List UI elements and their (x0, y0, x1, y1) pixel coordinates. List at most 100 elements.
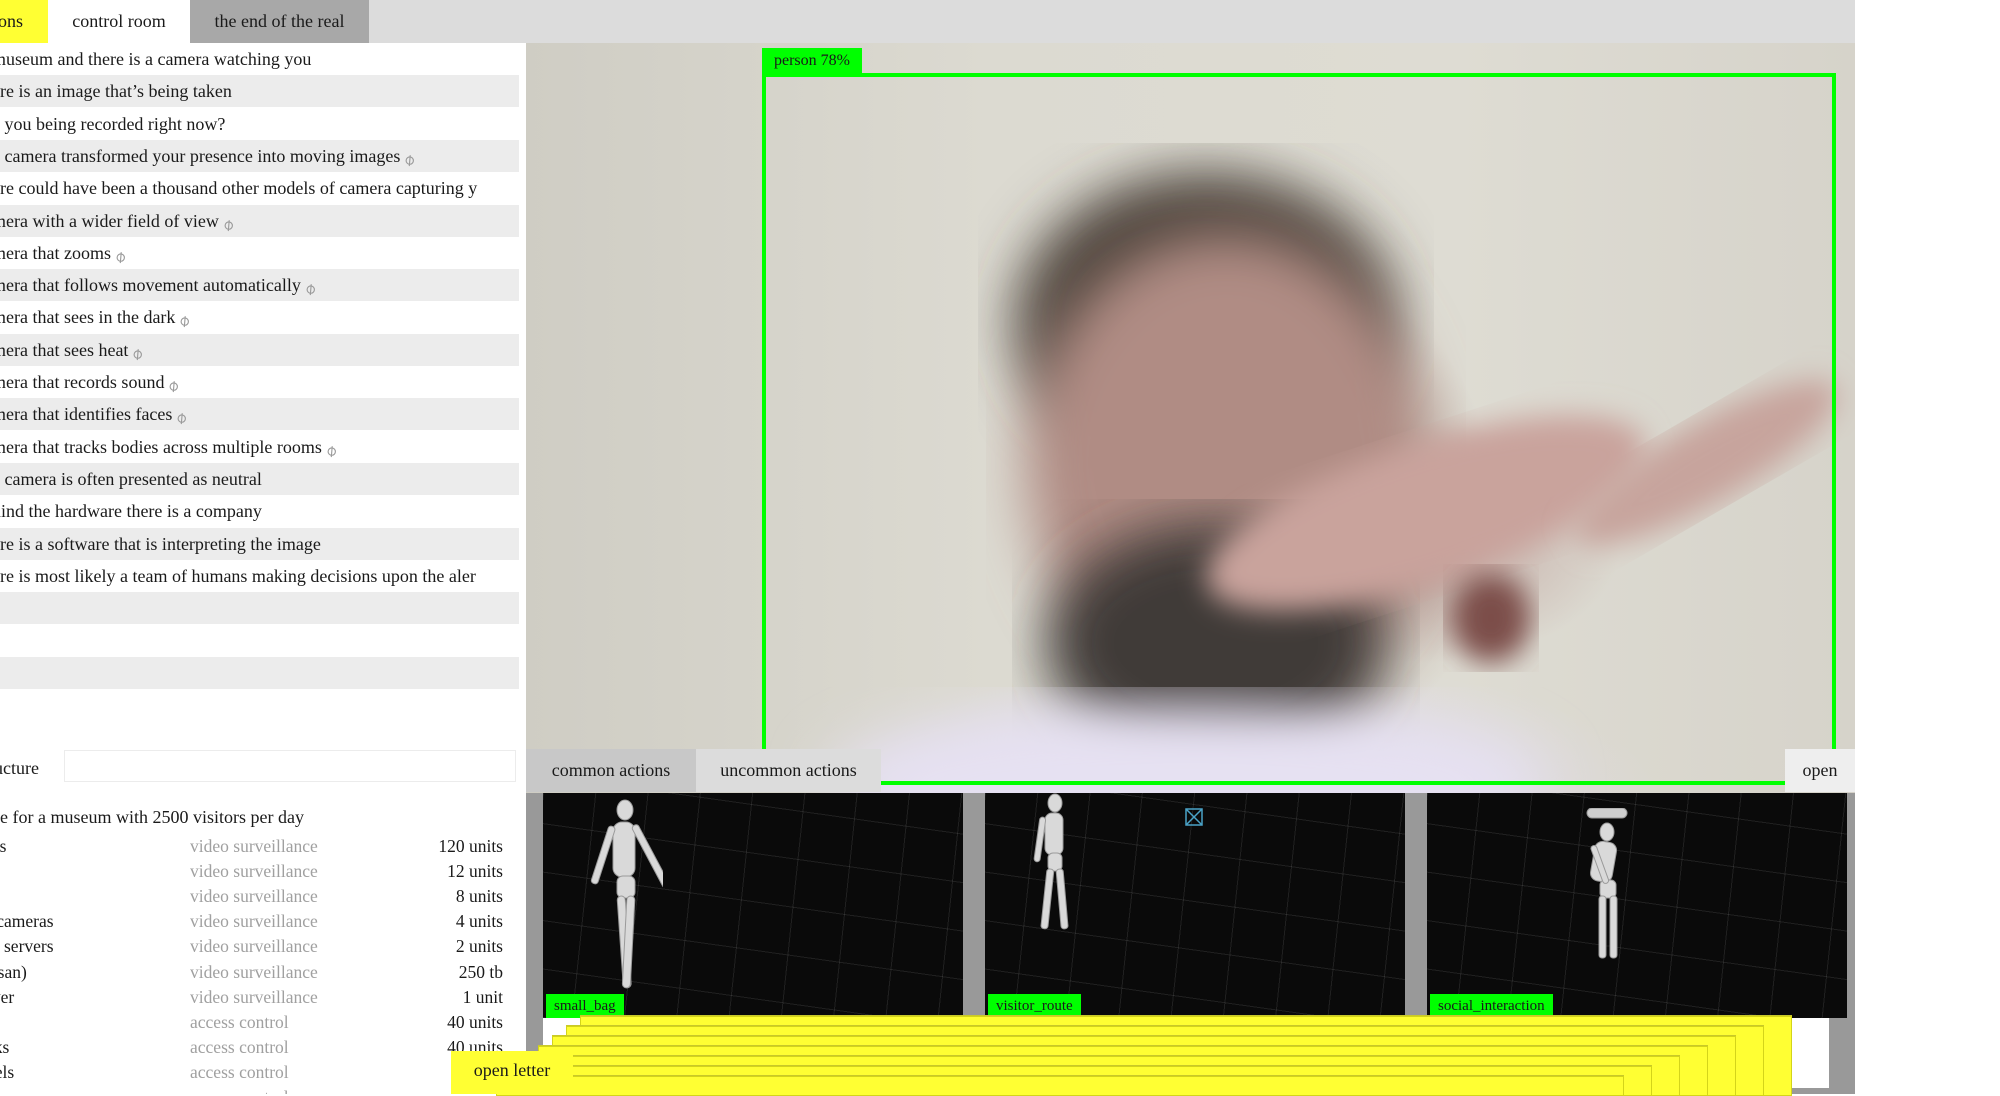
paperclip-icon[interactable]: ⌀ (401, 145, 424, 171)
inventory-qty: 120 units (438, 836, 503, 856)
inventory-row: ras video surveillance 120 units (0, 834, 519, 859)
inventory-category: video surveillance (190, 836, 318, 856)
inventory-row: access control 40 units (0, 1010, 519, 1035)
infrastructure-input[interactable] (64, 750, 516, 782)
paperclip-icon[interactable]: ⌀ (173, 404, 196, 430)
paperclip-icon[interactable]: ⌀ (176, 307, 199, 333)
narrative-text: museum and there is a camera watching yo… (0, 49, 312, 69)
mannequin-figure (1033, 793, 1069, 930)
narrative-row[interactable]: ere could have been a thousand other mod… (0, 172, 519, 204)
narrative-row[interactable]: e camera transformed your presence into … (0, 139, 519, 172)
paperclip-icon[interactable]: ⌀ (111, 242, 135, 268)
open-button[interactable]: open (1785, 749, 1855, 792)
tab-end-of-the-real[interactable]: the end of the real (190, 0, 369, 43)
tab-uncommon-actions[interactable]: uncommon actions (696, 749, 881, 792)
narrative-row[interactable]: mera that identifies faces⌀ (0, 398, 519, 431)
video-tile-social-interaction[interactable]: social_interaction (1427, 793, 1847, 1018)
inventory-name: rver (0, 986, 15, 1007)
mannequin-figure (1586, 808, 1628, 959)
narrative-text: ere could have been a thousand other mod… (0, 178, 478, 199)
tab-instructions[interactable]: ions (0, 0, 48, 43)
narrative-text: e you being recorded right now? (0, 113, 226, 134)
video-tile-small-bag[interactable]: small_bag (543, 793, 963, 1018)
paperclip-icon[interactable]: ⌀ (322, 436, 346, 462)
narrative-text: mera that sees in the dark (0, 307, 176, 328)
narrative-text: hind the hardware there is a company (0, 501, 262, 522)
narrative-row[interactable]: mera that tracks bodies across multiple … (0, 431, 519, 463)
narrative-row[interactable]: museum and there is a camera watching yo… (0, 43, 519, 75)
tile-label: small_bag (546, 994, 624, 1018)
camera-feed: person 78% (526, 43, 1855, 793)
video-tile-visitor-route[interactable]: visitor_route (985, 793, 1405, 1018)
inventory-qty: 4 units (455, 911, 503, 932)
open-letter-tab[interactable]: open letter (451, 1051, 573, 1094)
inventory-qty: 8 units (455, 886, 503, 907)
narrative-text: e camera is often presented as neutral (0, 468, 262, 489)
narrative-row[interactable]: mera that sees in the dark⌀ (0, 301, 519, 333)
narrative-row[interactable]: mera with a wider field of view⌀ (0, 204, 519, 237)
narrative-row[interactable]: mera that follows movement automatically… (0, 269, 519, 302)
inventory-category: video surveillance (190, 886, 318, 907)
narrative-row[interactable]: ere is most likely a team of humans maki… (0, 560, 519, 592)
inventory-row: cksaccess control40 units (0, 1035, 519, 1060)
inventory-category: video surveillance (190, 961, 318, 982)
infrastructure-label: ucture (0, 758, 39, 778)
narrative-text: mera that tracks bodies across multiple … (0, 436, 322, 457)
paperclip-icon[interactable]: ⌀ (301, 274, 325, 300)
tab-common-actions[interactable]: common actions (526, 749, 696, 792)
inventory-name: ras (0, 836, 7, 856)
narrative-text: mera with a wider field of view (0, 210, 219, 231)
narrative-row[interactable]: mera that records sound⌀ (0, 366, 519, 398)
detection-label: person 78% (762, 48, 862, 74)
inventory-name: s/san) (0, 961, 27, 982)
inventory-row: s/san) video surveillance 250 tb (0, 960, 519, 985)
narrative-row[interactable] (0, 656, 519, 689)
inventory-row: nels access control (0, 1060, 519, 1085)
narrative-row[interactable] (0, 624, 519, 656)
inventory-name: nt servers (0, 936, 54, 957)
inventory-category: video surveillance (190, 936, 318, 957)
inventory-row: r cameras video surveillance 4 units (0, 909, 519, 934)
narrative-row[interactable]: mera that zooms⌀ (0, 237, 519, 269)
inventory-name: r cameras (0, 911, 54, 932)
inventory-category: access control (190, 1011, 289, 1032)
inventory-row: tors access control (0, 1085, 519, 1094)
tab-control-room[interactable]: control room (48, 0, 190, 43)
narrative-row[interactable] (0, 689, 519, 709)
paperclip-icon[interactable]: ⌀ (129, 339, 152, 365)
inventory-name: tors (0, 1085, 12, 1094)
tile-label: social_interaction (1430, 994, 1553, 1018)
inventory-row: video surveillance 8 units (0, 884, 519, 909)
inventory-category: video surveillance (190, 861, 318, 882)
paperclip-icon[interactable]: ⌀ (219, 210, 243, 236)
tile-label: visitor_route (988, 994, 1081, 1018)
narrative-list: museum and there is a camera watching yo… (0, 43, 519, 709)
inventory-category: video surveillance (190, 911, 318, 932)
inventory-qty: 250 tb (458, 961, 503, 982)
letter-sheet (496, 1076, 1624, 1096)
inventory-category: access control (190, 1085, 289, 1094)
inventory-category: access control (190, 1061, 289, 1082)
inventory-row: nt servers video surveillance 2 units (0, 934, 519, 959)
paperclip-icon[interactable]: ⌀ (165, 371, 188, 397)
detection-bounding-box (762, 73, 1836, 785)
narrative-row[interactable] (0, 592, 519, 625)
inventory-qty: 1 unit (462, 986, 503, 1007)
inventory-name: nels (0, 1061, 15, 1082)
narrative-row[interactable]: mera that sees heat⌀ (0, 333, 519, 366)
narrative-row[interactable]: e camera is often presented as neutral (0, 462, 519, 495)
narrative-row[interactable]: ere is an image that’s being taken (0, 75, 519, 108)
narrative-text: ere is an image that’s being taken (0, 81, 232, 102)
narrative-text: mera that follows movement automatically (0, 275, 301, 296)
top-tab-bar: ions control room the end of the real (0, 0, 1855, 43)
inventory-category: access control (190, 1036, 289, 1057)
narrative-text: mera that identifies faces (0, 404, 173, 425)
target-marker-icon (1185, 808, 1203, 826)
mannequin-figure (590, 799, 663, 989)
narrative-row[interactable]: e you being recorded right now? (0, 108, 519, 140)
narrative-row[interactable]: ere is a software that is interpreting t… (0, 527, 519, 560)
inventory-qty: 40 units (447, 1011, 503, 1032)
narrative-row[interactable]: hind the hardware there is a company (0, 495, 519, 527)
inventory-row: rver video surveillance 1 unit (0, 985, 519, 1010)
narrative-text: e camera transformed your presence into … (0, 145, 401, 166)
